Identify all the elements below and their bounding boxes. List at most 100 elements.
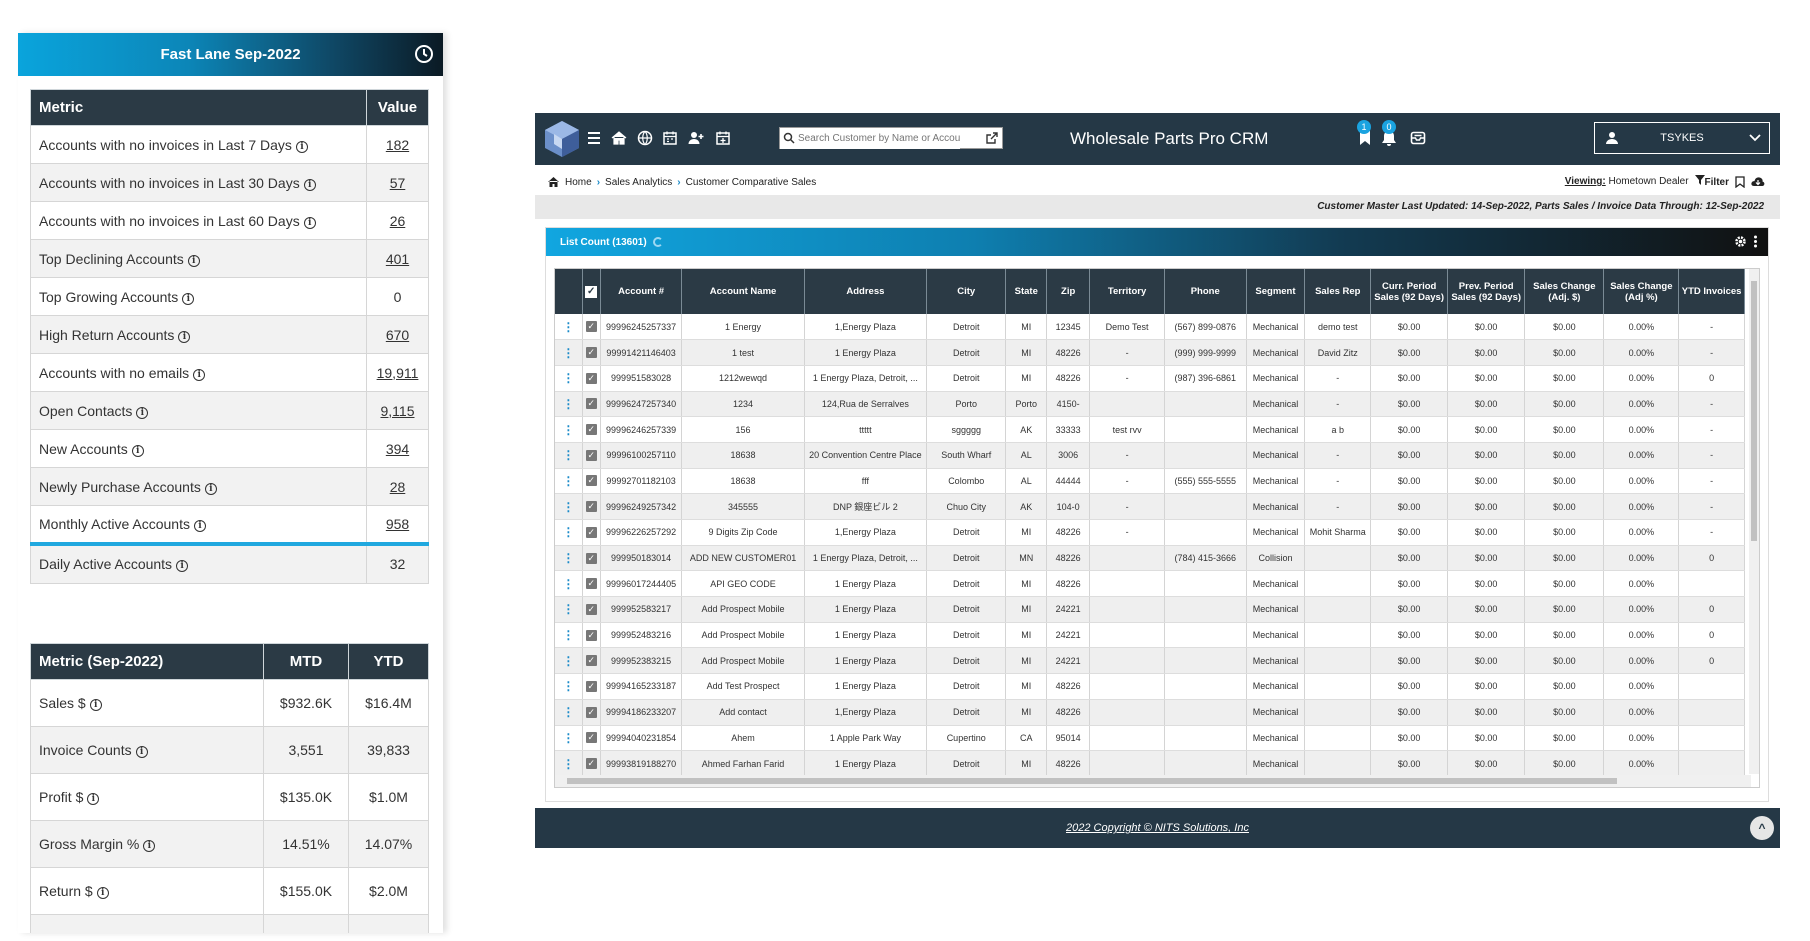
metric-value[interactable]: 19,911: [366, 353, 429, 392]
row-actions-icon[interactable]: ⋮: [555, 442, 583, 469]
bookmark-outline-icon[interactable]: [1735, 175, 1745, 188]
row-checkbox[interactable]: ✓: [582, 493, 601, 520]
table-row[interactable]: ⋮ ✓ 999952483216 Add Prospect Mobile 1 Energ…: [555, 622, 1745, 649]
menu-icon[interactable]: [585, 129, 603, 147]
filter-button[interactable]: Filter: [1694, 175, 1729, 188]
metric-value[interactable]: 26: [366, 201, 429, 240]
scroll-to-top-button[interactable]: ^: [1750, 816, 1774, 840]
breadcrumb-sales-analytics[interactable]: Sales Analytics: [605, 177, 672, 188]
globe-icon[interactable]: [636, 129, 654, 147]
column-header-curr-period-sales-92-days[interactable]: Curr. Period Sales (92 Days): [1370, 269, 1449, 314]
row-actions-icon[interactable]: ⋮: [555, 622, 583, 649]
table-row[interactable]: ⋮ ✓ 99996017244405 API GEO CODE 1 Energy Pla…: [555, 570, 1745, 598]
vertical-scrollbar[interactable]: [1749, 269, 1759, 774]
row-actions-icon[interactable]: ⋮: [555, 725, 583, 752]
table-row[interactable]: ⋮ ✓ 99994186233207 Add contact 1,Energy Plaz…: [555, 699, 1745, 726]
row-checkbox[interactable]: ✓: [582, 416, 601, 443]
table-row[interactable]: ⋮ ✓ 99996245257337 1 Energy 1,Energy Plaza De…: [555, 314, 1745, 341]
row-checkbox[interactable]: ✓: [582, 468, 601, 495]
table-row[interactable]: ⋮ ✓ 999951583028 1212wewqd 1 Energy Plaza, D…: [555, 365, 1745, 392]
user-menu[interactable]: TSYKES: [1594, 122, 1770, 154]
row-checkbox[interactable]: ✓: [582, 699, 601, 726]
column-header-account-name[interactable]: Account Name: [681, 269, 805, 314]
table-row[interactable]: ⋮ ✓ 999950183014 ADD NEW CUSTOMER01 1 Energy…: [555, 545, 1745, 572]
row-checkbox[interactable]: ✓: [582, 314, 601, 341]
row-actions-icon[interactable]: ⋮: [555, 570, 583, 598]
column-header-ytd-invoices[interactable]: YTD Invoices: [1678, 269, 1745, 314]
info-icon[interactable]: i: [135, 746, 148, 758]
row-actions-icon[interactable]: ⋮: [555, 519, 583, 546]
info-icon[interactable]: i: [193, 519, 206, 532]
info-icon[interactable]: i: [204, 482, 217, 495]
column-header-sales-change-adj[interactable]: Sales Change (Adj. $): [1524, 269, 1605, 314]
add-user-icon[interactable]: [687, 129, 705, 147]
row-checkbox[interactable]: ✓: [582, 750, 601, 777]
table-row[interactable]: ⋮ ✓ 99996249257342 345555 DNP 銀座ビル 2 Chuo Cit…: [555, 493, 1745, 520]
row-actions-icon[interactable]: ⋮: [555, 391, 583, 418]
row-actions-icon[interactable]: ⋮: [555, 545, 583, 572]
select-all-checkbox[interactable]: ✓: [582, 269, 601, 314]
row-checkbox[interactable]: ✓: [582, 519, 601, 546]
metric-value[interactable]: 182: [366, 125, 429, 164]
table-row[interactable]: ⋮ ✓ 99994165233187 Add Test Prospect 1 Energ…: [555, 673, 1745, 700]
row-checkbox[interactable]: ✓: [582, 442, 601, 469]
info-icon[interactable]: i: [193, 368, 206, 381]
row-checkbox[interactable]: ✓: [582, 673, 601, 700]
row-actions-icon[interactable]: ⋮: [555, 493, 583, 520]
info-icon[interactable]: i: [303, 178, 316, 191]
row-checkbox[interactable]: ✓: [582, 596, 601, 623]
row-actions-icon[interactable]: ⋮: [555, 416, 583, 443]
info-icon[interactable]: i: [131, 444, 144, 457]
app-logo-icon[interactable]: [541, 119, 583, 159]
row-actions-icon[interactable]: ⋮: [555, 647, 583, 675]
metric-value[interactable]: 958: [366, 505, 429, 544]
info-icon[interactable]: i: [295, 140, 308, 153]
column-header-zip[interactable]: Zip: [1046, 269, 1091, 314]
horizontal-scrollbar[interactable]: [555, 775, 1751, 787]
clock-icon[interactable]: [413, 43, 435, 65]
row-actions-icon[interactable]: ⋮: [555, 365, 583, 392]
table-row[interactable]: ⋮ ✓ 99992701182103 18638 fff Colombo AL 44444-(…: [555, 468, 1745, 495]
info-icon[interactable]: i: [303, 216, 316, 229]
metric-value[interactable]: 28: [366, 467, 429, 506]
column-header-sales-rep[interactable]: Sales Rep: [1304, 269, 1372, 314]
info-icon[interactable]: i: [87, 793, 100, 805]
info-icon[interactable]: i: [187, 254, 200, 267]
table-row[interactable]: ⋮ ✓ 999952383215 Add Prospect Mobile 1 Energ…: [555, 647, 1745, 675]
gear-icon[interactable]: [1734, 235, 1747, 248]
metric-value[interactable]: 394: [366, 429, 429, 468]
info-icon[interactable]: i: [96, 887, 109, 899]
alerts-button[interactable]: 0: [1380, 113, 1398, 165]
home-icon[interactable]: [610, 129, 628, 147]
info-icon[interactable]: i: [143, 840, 156, 852]
row-actions-icon[interactable]: ⋮: [555, 596, 583, 623]
customer-search-input[interactable]: [780, 128, 960, 149]
metric-value[interactable]: 9,115: [366, 391, 429, 430]
more-options-icon[interactable]: [1753, 235, 1758, 248]
inbox-icon[interactable]: [1409, 129, 1427, 147]
row-checkbox[interactable]: ✓: [582, 365, 601, 392]
column-header-phone[interactable]: Phone: [1164, 269, 1247, 314]
row-checkbox[interactable]: ✓: [582, 725, 601, 752]
table-row[interactable]: ⋮ ✓ 999952583217 Add Prospect Mobile 1 Energ…: [555, 596, 1745, 623]
breadcrumb-home[interactable]: Home: [565, 177, 592, 188]
info-icon[interactable]: i: [182, 292, 195, 305]
column-header-segment[interactable]: Segment: [1246, 269, 1306, 314]
bookmarks-button[interactable]: 1: [1355, 113, 1373, 165]
viewing-value[interactable]: Hometown Dealer: [1609, 176, 1689, 187]
table-row[interactable]: ⋮ ✓ 99996246257339 156 ttttt sggggg AK 33333 tes…: [555, 416, 1745, 443]
cloud-download-icon[interactable]: [1751, 176, 1765, 188]
table-row[interactable]: ⋮ ✓ 99996100257110 18638 20 Convention Centr…: [555, 442, 1745, 469]
table-row[interactable]: ⋮ ✓ 99993819188270 Ahmed Farhan Farid 1 Ener…: [555, 750, 1745, 777]
column-header-prev-period-sales-92-days[interactable]: Prev. Period Sales (92 Days): [1447, 269, 1526, 314]
table-row[interactable]: ⋮ ✓ 99996247257340 1234 124,Rua de Serralves…: [555, 391, 1745, 418]
calendar-add-icon[interactable]: [714, 129, 732, 147]
info-icon[interactable]: i: [89, 699, 102, 711]
column-header-address[interactable]: Address: [804, 269, 928, 314]
row-actions-icon[interactable]: ⋮: [555, 468, 583, 495]
row-checkbox[interactable]: ✓: [582, 391, 601, 418]
row-checkbox[interactable]: ✓: [582, 545, 601, 572]
row-checkbox[interactable]: ✓: [582, 570, 601, 598]
metric-value[interactable]: 401: [366, 239, 429, 278]
row-actions-icon[interactable]: ⋮: [555, 750, 583, 777]
